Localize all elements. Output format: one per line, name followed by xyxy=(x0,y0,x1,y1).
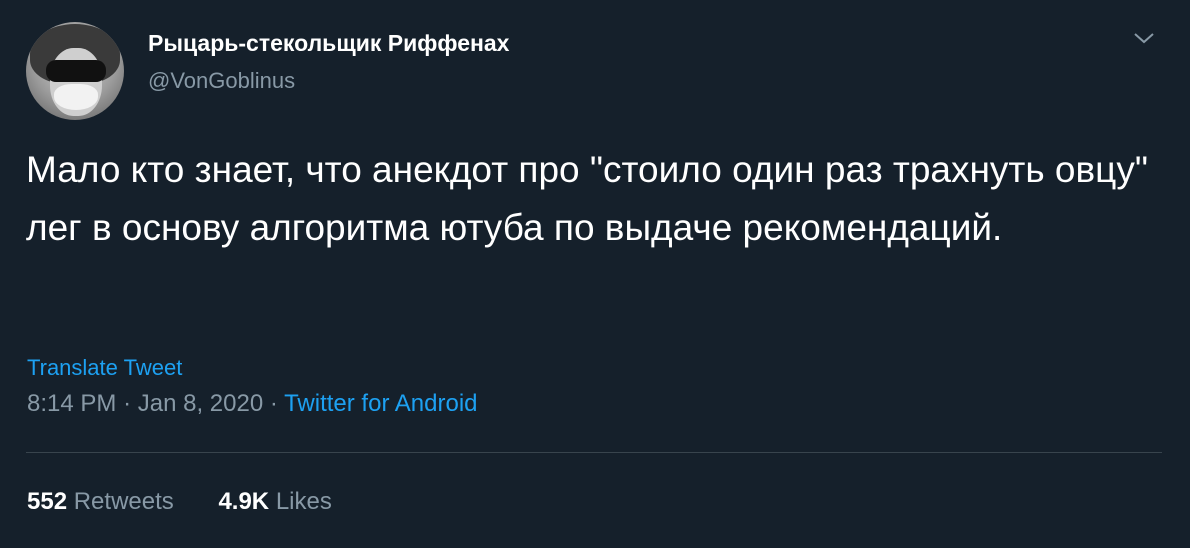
retweets-stat[interactable]: 552 Retweets xyxy=(27,488,174,516)
meta-separator: · xyxy=(269,390,278,417)
tweet-card: Рыцарь-стекольщик Риффенах @VonGoblinus … xyxy=(0,0,1190,548)
tweet-text: Мало кто знает, что анекдот про "стоило … xyxy=(26,149,1148,248)
retweets-label: Retweets xyxy=(73,488,174,515)
meta-separator: · xyxy=(123,390,132,417)
tweet-source-link[interactable]: Twitter for Android xyxy=(284,390,477,417)
tweet-date[interactable]: Jan 8, 2020 xyxy=(138,390,263,417)
retweets-count: 552 xyxy=(27,488,68,515)
tweet-stats: 552 Retweets 4.9K Likes xyxy=(27,488,370,516)
likes-count: 4.9K xyxy=(218,488,270,515)
tweet-metadata: 8:14 PM · Jan 8, 2020 · Twitter for Andr… xyxy=(27,390,478,418)
avatar[interactable] xyxy=(26,22,124,120)
author-handle[interactable]: @VonGoblinus xyxy=(148,68,295,94)
avatar-goggles xyxy=(46,60,106,82)
tweet-time[interactable]: 8:14 PM xyxy=(27,390,116,417)
author-display-name[interactable]: Рыцарь-стекольщик Риффенах xyxy=(148,30,509,57)
likes-label: Likes xyxy=(275,488,332,515)
divider xyxy=(26,452,1162,453)
translate-tweet-link[interactable]: Translate Tweet xyxy=(27,355,182,381)
chevron-down-icon[interactable] xyxy=(1132,28,1156,48)
likes-stat[interactable]: 4.9K Likes xyxy=(218,488,331,516)
avatar-mask xyxy=(54,84,98,110)
